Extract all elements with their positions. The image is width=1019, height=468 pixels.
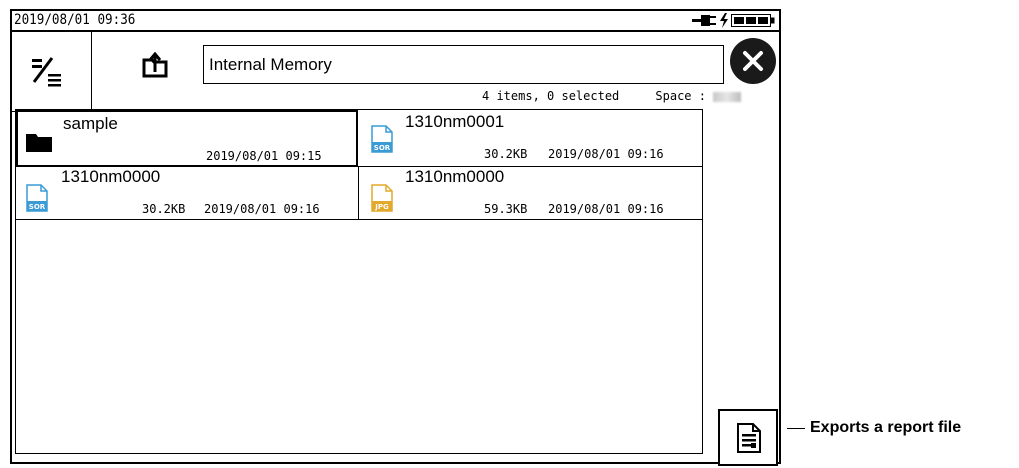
callout-label: Exports a report file bbox=[810, 419, 962, 436]
list-item-file[interactable]: SOR 1310nm0001 30.2KB 2019/08/01 09:16 bbox=[358, 110, 702, 167]
callout-line bbox=[787, 428, 805, 429]
file-date: 2019/08/01 09:16 bbox=[204, 202, 320, 216]
file-name: sample bbox=[63, 114, 118, 133]
space-value-blurred bbox=[713, 91, 742, 102]
selection-count: 4 items, 0 selected bbox=[482, 89, 620, 103]
file-name: 1310nm0000 bbox=[61, 167, 161, 186]
device-screen: 2019/08/01 09:36 Internal Memory 4 items… bbox=[10, 9, 781, 466]
space-label: Space : bbox=[655, 89, 706, 103]
file-date: 2019/08/01 09:16 bbox=[548, 147, 664, 161]
file-name: 1310nm0000 bbox=[405, 167, 505, 186]
sor-type-label: SOR bbox=[374, 144, 391, 152]
filter-list-icon bbox=[32, 57, 61, 87]
filter-button[interactable] bbox=[12, 32, 92, 112]
file-size: 30.2KB bbox=[484, 147, 528, 161]
close-icon bbox=[743, 51, 763, 71]
file-date: 2019/08/01 09:16 bbox=[548, 202, 664, 216]
status-datetime: 2019/08/01 09:36 bbox=[14, 12, 136, 28]
path-field[interactable]: Internal Memory bbox=[203, 45, 724, 84]
list-item-folder-sample[interactable]: sample 2019/08/01 09:15 bbox=[16, 110, 358, 167]
battery-icon bbox=[731, 14, 775, 27]
folder-icon bbox=[26, 134, 52, 152]
item-summary: 4 items, 0 selected Space : bbox=[482, 89, 742, 103]
sor-file-icon: SOR bbox=[26, 184, 48, 212]
report-file-icon bbox=[737, 423, 761, 453]
export-report-button[interactable] bbox=[718, 409, 778, 466]
file-list: sample 2019/08/01 09:15 SOR 1310nm0001 3… bbox=[15, 109, 703, 454]
status-bar: 2019/08/01 09:36 bbox=[12, 11, 779, 32]
sor-file-icon: SOR bbox=[371, 125, 393, 153]
jpg-file-icon: JPG bbox=[371, 184, 393, 212]
file-size: 30.2KB bbox=[142, 202, 186, 216]
sor-type-label: SOR bbox=[29, 203, 46, 211]
close-button[interactable] bbox=[730, 38, 776, 84]
file-size: 59.3KB bbox=[484, 202, 528, 216]
plug-icon bbox=[692, 15, 716, 26]
folder-export-icon[interactable] bbox=[142, 52, 168, 78]
list-item-file[interactable]: SOR 1310nm0000 30.2KB 2019/08/01 09:16 bbox=[16, 167, 358, 220]
list-item-file[interactable]: JPG 1310nm0000 59.3KB 2019/08/01 09:16 bbox=[358, 167, 702, 220]
file-date: 2019/08/01 09:15 bbox=[206, 149, 322, 163]
file-name: 1310nm0001 bbox=[405, 112, 505, 131]
bolt-icon bbox=[720, 13, 728, 28]
jpg-type-label: JPG bbox=[374, 203, 389, 211]
